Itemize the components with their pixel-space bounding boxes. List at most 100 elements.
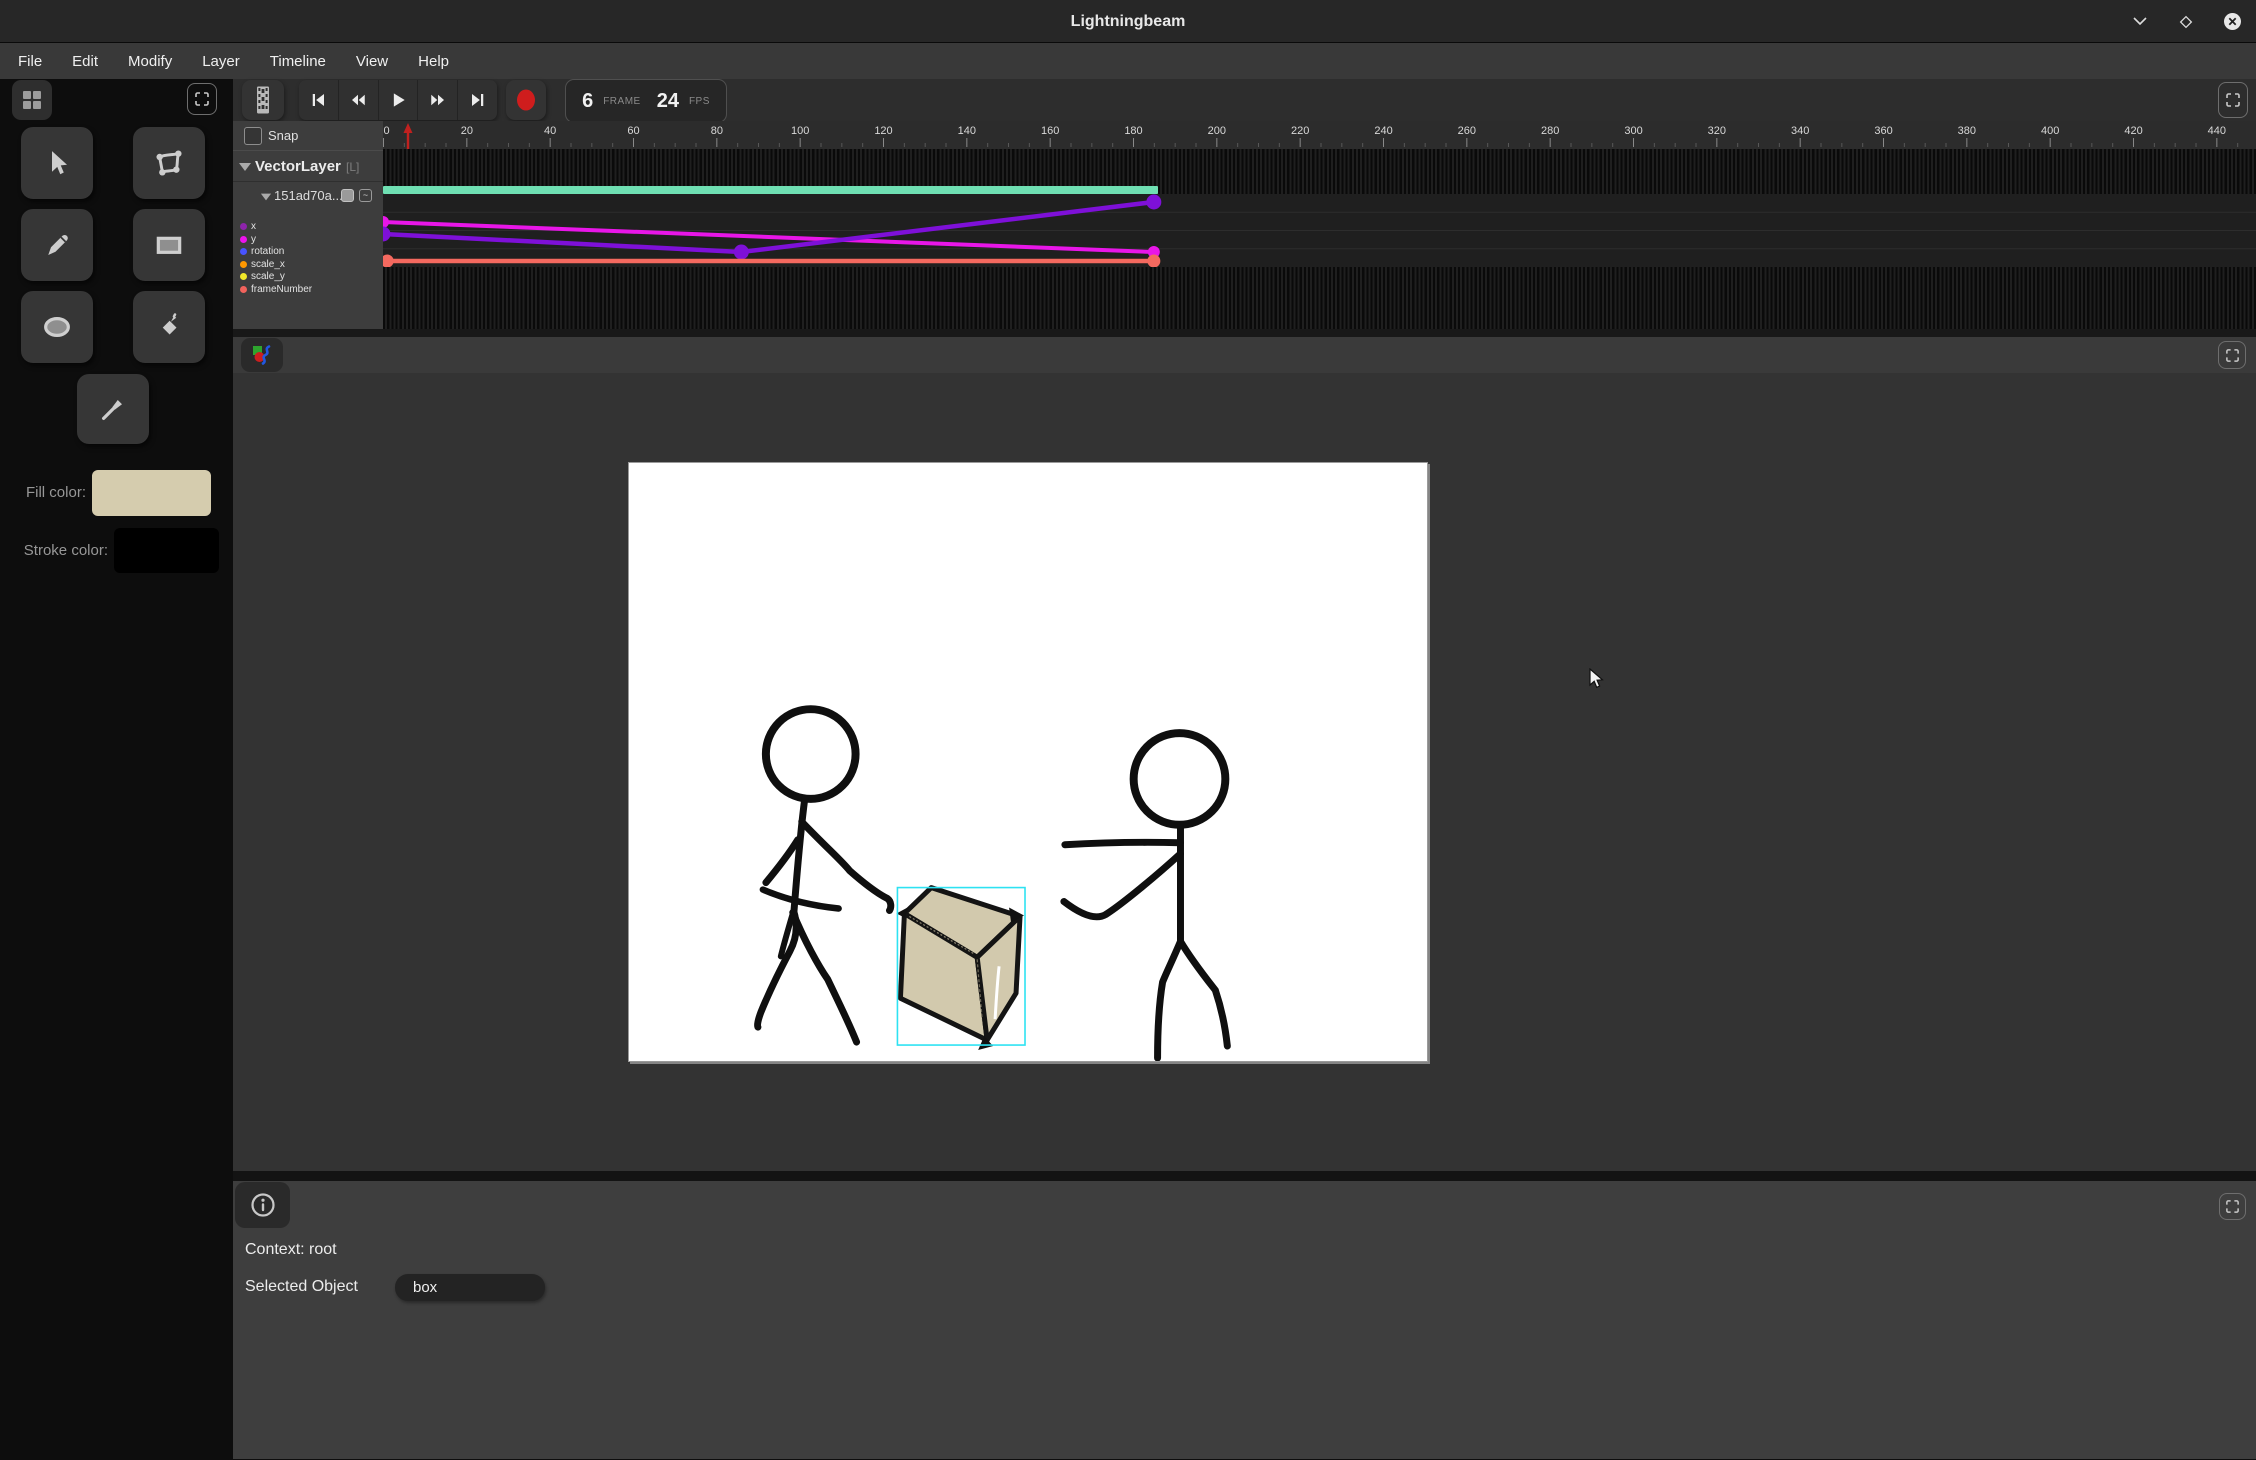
fast-forward-icon	[427, 91, 449, 109]
paint-bucket-icon	[154, 312, 184, 342]
tool-transform-button[interactable]	[133, 127, 205, 199]
inspector-expand-button[interactable]	[2219, 1193, 2246, 1220]
stroke-color-swatch[interactable]	[114, 528, 219, 573]
frames-strip-lower[interactable]	[383, 267, 2256, 329]
selected-object-value[interactable]: box	[395, 1274, 545, 1301]
fast-forward-button[interactable]	[418, 80, 458, 120]
sublayer-collapse-icon[interactable]	[261, 194, 271, 201]
svg-text:280: 280	[1541, 125, 1559, 137]
menu-item-help[interactable]: Help	[418, 53, 449, 70]
timeline-tracks[interactable]: 0204060801001201401601802002202402602803…	[383, 121, 2256, 329]
property-row-rotation[interactable]: rotation	[233, 245, 284, 258]
menu-item-edit[interactable]: Edit	[72, 53, 98, 70]
property-row-x[interactable]: x	[233, 220, 256, 233]
panel-divider	[233, 329, 2256, 337]
canvas-app-button[interactable]	[241, 338, 283, 372]
property-name: x	[251, 221, 256, 232]
playback-controls	[299, 80, 497, 120]
keyframe-curves	[383, 194, 2256, 267]
svg-text:340: 340	[1791, 125, 1809, 137]
fps-value: 24	[657, 90, 679, 113]
fill-color-label: Fill color:	[0, 470, 86, 516]
property-name: scale_y	[251, 271, 285, 282]
layer-row[interactable]: VectorLayer [L]	[233, 150, 383, 182]
menu-item-file[interactable]: File	[18, 53, 42, 70]
play-icon	[388, 90, 408, 110]
expand-icon	[2225, 92, 2241, 108]
sublayer-tilde-button[interactable]: ~	[359, 189, 372, 202]
property-name: rotation	[251, 246, 284, 257]
window-controls	[2130, 0, 2242, 43]
menu-item-layer[interactable]: Layer	[202, 53, 240, 70]
property-row-frameNumber[interactable]: frameNumber	[233, 283, 312, 296]
tool-eyedropper-button[interactable]	[77, 374, 149, 444]
stage[interactable]	[628, 462, 1428, 1062]
svg-text:440: 440	[2208, 125, 2226, 137]
vector-shapes-icon	[250, 343, 274, 367]
panel-divider	[233, 1171, 2256, 1181]
minimize-button[interactable]	[2130, 12, 2150, 32]
tool-paint-bucket-button[interactable]	[133, 291, 205, 363]
fill-color-swatch[interactable]	[92, 470, 211, 516]
sublayer-name: 151ad70a...	[274, 188, 343, 203]
rewind-button[interactable]	[339, 80, 379, 120]
tool-select-button[interactable]	[21, 127, 93, 199]
box-object[interactable]	[896, 888, 1024, 1050]
ruler-ticks: 0204060801001201401601802002202402602803…	[383, 121, 2256, 149]
keyframe-x	[1146, 195, 1161, 210]
canvas-workspace[interactable]	[233, 373, 2256, 1171]
property-row-scale_x[interactable]: scale_x	[233, 258, 285, 271]
menu-item-timeline[interactable]: Timeline	[270, 53, 326, 70]
skip-to-start-button[interactable]	[299, 80, 339, 120]
stick-figure-right[interactable]	[1064, 733, 1227, 1058]
record-button[interactable]	[506, 80, 546, 120]
menu-item-modify[interactable]: Modify	[128, 53, 172, 70]
panel-grid-button[interactable]	[12, 80, 52, 120]
frame-fps-display: 6 FRAME 24 FPS	[565, 79, 727, 123]
keyframe-x	[383, 227, 391, 242]
property-row-y[interactable]: y	[233, 233, 256, 246]
canvas-header	[233, 337, 2256, 373]
stroke-color-label: Stroke color:	[0, 528, 108, 573]
close-icon	[2223, 12, 2242, 31]
tool-rectangle-button[interactable]	[133, 209, 205, 281]
svg-text:100: 100	[791, 125, 809, 137]
menu-item-view[interactable]: View	[356, 53, 388, 70]
property-color-dot	[240, 273, 247, 280]
layer-collapse-icon[interactable]	[239, 163, 251, 171]
tool-ellipse-button[interactable]	[21, 291, 93, 363]
frames-strip-upper[interactable]	[383, 149, 2256, 194]
svg-text:140: 140	[958, 125, 976, 137]
stick-figure-left[interactable]	[758, 709, 891, 1042]
expand-icon	[194, 91, 210, 107]
svg-text:160: 160	[1041, 125, 1059, 137]
playhead[interactable]	[393, 121, 423, 149]
selected-object-label: Selected Object	[245, 1278, 358, 1296]
timeline-toolbar: 6 FRAME 24 FPS	[233, 79, 2256, 121]
stage-artwork	[629, 463, 1427, 1061]
fps-label: FPS	[689, 96, 710, 107]
tool-pencil-button[interactable]	[21, 209, 93, 281]
snap-label: Snap	[268, 128, 298, 143]
snap-checkbox[interactable]	[244, 127, 262, 145]
toolbox-expand-button[interactable]	[187, 83, 217, 115]
svg-text:360: 360	[1874, 125, 1892, 137]
timeline-ruler[interactable]: 0204060801001201401601802002202402602803…	[383, 121, 2256, 149]
property-row-scale_y[interactable]: scale_y	[233, 270, 285, 283]
close-button[interactable]	[2222, 12, 2242, 32]
sublayer-visibility-button[interactable]	[341, 189, 354, 202]
layer-clip-bar[interactable]	[383, 186, 1158, 194]
info-button[interactable]	[235, 1182, 290, 1228]
timeline-film-button[interactable]	[242, 80, 284, 120]
play-button[interactable]	[379, 80, 419, 120]
maximize-button[interactable]	[2176, 12, 2196, 32]
timeline-layers-panel: Snap VectorLayer [L] 151ad70a... ~ xyrot…	[233, 121, 383, 329]
timeline-expand-button[interactable]	[2218, 82, 2248, 118]
keyframe-curve-area[interactable]	[383, 194, 2256, 267]
svg-text:220: 220	[1291, 125, 1309, 137]
select-cursor-icon	[42, 148, 72, 178]
canvas-expand-button[interactable]	[2218, 341, 2246, 369]
sublayer-row[interactable]: 151ad70a... ~	[233, 184, 383, 210]
skip-to-end-button[interactable]	[458, 80, 497, 120]
menu-bar: File Edit Modify Layer Timeline View Help	[0, 43, 2256, 79]
